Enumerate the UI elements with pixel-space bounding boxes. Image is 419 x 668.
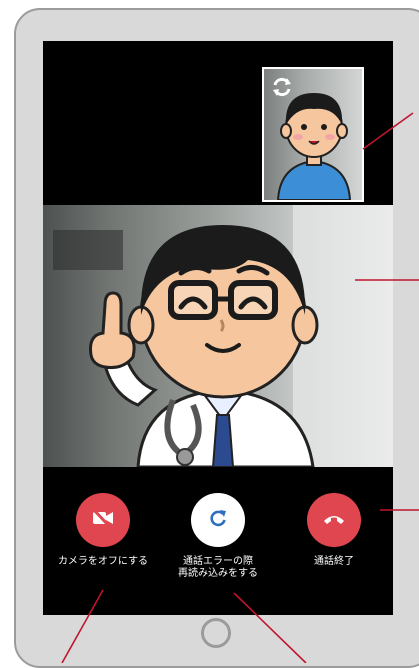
home-button[interactable] <box>201 618 231 648</box>
camera-off-button[interactable] <box>76 493 130 547</box>
video-call-screen: カメラをオフにする 通話エラーの際 再読み込みをする 通話終了 <box>43 41 393 615</box>
end-call-button[interactable] <box>307 493 361 547</box>
reload-label: 通話エラーの際 再読み込みをする <box>178 556 258 579</box>
reload-button[interactable] <box>191 493 245 547</box>
refresh-icon <box>208 508 228 532</box>
reload-control: 通話エラーの際 再読み込みをする <box>158 493 278 580</box>
camera-off-label: カメラをオフにする <box>57 556 149 567</box>
remote-video <box>43 205 393 467</box>
self-preview <box>262 67 364 202</box>
switch-camera-icon[interactable] <box>270 75 294 99</box>
end-call-control: 通話終了 <box>274 493 393 568</box>
call-controls: カメラをオフにする 通話エラーの際 再読み込みをする 通話終了 <box>43 493 393 603</box>
video-off-icon <box>92 508 114 531</box>
camera-off-control: カメラをオフにする <box>43 493 163 568</box>
phone-hangup-icon <box>322 511 346 530</box>
end-call-label: 通話終了 <box>314 556 354 567</box>
